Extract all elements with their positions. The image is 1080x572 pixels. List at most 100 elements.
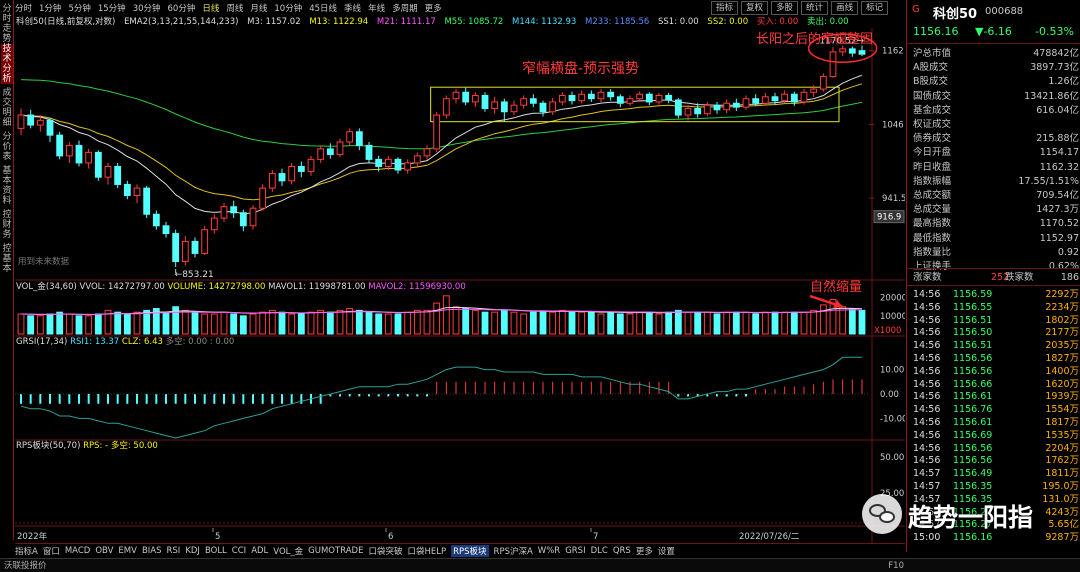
candle-down[interactable] (162, 225, 170, 235)
period-tab-12[interactable]: 年线 (368, 2, 385, 14)
period-tab-3[interactable]: 15分钟 (98, 2, 126, 14)
candle-down[interactable] (790, 93, 798, 103)
candle-up[interactable] (510, 104, 518, 113)
candle-up[interactable] (433, 114, 441, 150)
toolbar-button-4[interactable]: 画线 (831, 1, 859, 15)
candle-up[interactable] (761, 96, 769, 104)
toolbar-button-3[interactable]: 统计 (801, 1, 829, 15)
candle-down[interactable] (152, 213, 160, 227)
vertical-tab-0[interactable]: 分时走势 (1, 4, 13, 44)
candle-down[interactable] (375, 158, 383, 167)
candle-down[interactable] (858, 50, 866, 55)
candle-up[interactable] (317, 148, 325, 160)
indicator-tab-19[interactable]: DLC (591, 546, 608, 556)
period-tab-14[interactable]: 更多 (425, 2, 442, 14)
candle-up[interactable] (249, 207, 257, 227)
candle-up[interactable] (781, 93, 789, 102)
candle-up[interactable] (597, 91, 605, 100)
candle-up[interactable] (423, 148, 431, 157)
indicator-tab-8[interactable]: BOLL (205, 546, 227, 556)
period-tab-11[interactable]: 季线 (344, 2, 361, 14)
candle-down[interactable] (752, 98, 760, 104)
indicator-tab-6[interactable]: RSI (167, 546, 181, 556)
candle-up[interactable] (307, 158, 315, 172)
indicator-tab-14[interactable]: 口袋HELP (407, 545, 446, 557)
candle-down[interactable] (123, 183, 131, 196)
candle-up[interactable] (558, 94, 566, 103)
candle-down[interactable] (529, 98, 537, 104)
candle-up[interactable] (36, 119, 44, 126)
candle-down[interactable] (771, 96, 779, 102)
vol-name[interactable]: VOL_金(34,60) (16, 282, 77, 292)
candle-down[interactable] (94, 151, 102, 178)
indicator-tab-22[interactable]: 设置 (658, 545, 675, 557)
period-tab-13[interactable]: 多周期 (392, 2, 418, 14)
candle-down[interactable] (674, 99, 682, 116)
indicator-tab-2[interactable]: MACD (65, 546, 90, 556)
rps-name[interactable]: RPS板块(50,70) (16, 441, 80, 451)
ema-label[interactable]: EMA2(3,13,21,55,144,233) (124, 17, 238, 27)
indicator-tab-21[interactable]: 更多 (636, 545, 653, 557)
period-tab-5[interactable]: 60分钟 (168, 2, 196, 14)
candle-up[interactable] (829, 51, 837, 77)
candle-down[interactable] (481, 94, 489, 109)
candle-up[interactable] (655, 94, 663, 103)
candle-up[interactable] (520, 98, 528, 106)
vertical-tab-1[interactable]: 技术分析 (1, 44, 13, 84)
candle-up[interactable] (636, 93, 644, 100)
vertical-tab-4[interactable]: 基本资料 (1, 166, 13, 206)
toolbar-button-1[interactable]: 复权 (741, 1, 769, 15)
toolbar-button-5[interactable]: 标记 (861, 1, 889, 15)
candle-down[interactable] (278, 173, 286, 182)
candle-down[interactable] (326, 148, 334, 155)
candle-down[interactable] (665, 94, 673, 101)
candle-up[interactable] (220, 206, 228, 219)
candle-down[interactable] (616, 96, 624, 104)
candle-up[interactable] (839, 48, 847, 53)
period-tab-9[interactable]: 10分钟 (274, 2, 302, 14)
candle-down[interactable] (297, 165, 305, 172)
candle-down[interactable] (27, 114, 35, 126)
period-tab-7[interactable]: 周线 (226, 2, 243, 14)
candle-up[interactable] (404, 162, 412, 171)
period-tab-0[interactable]: 分时 (15, 2, 32, 14)
candle-up[interactable] (626, 98, 634, 104)
candle-down[interactable] (143, 187, 151, 215)
candle-up[interactable] (65, 144, 73, 157)
indicator-tab-10[interactable]: ADL (251, 546, 268, 556)
vertical-tab-5[interactable]: 控财务 (1, 210, 13, 240)
candle-down[interactable] (114, 165, 122, 185)
candle-down[interactable] (56, 134, 64, 157)
candle-down[interactable] (46, 119, 54, 136)
candle-up[interactable] (268, 173, 276, 189)
indicator-tab-15[interactable]: RPS板块 (451, 544, 489, 557)
candle-up[interactable] (491, 101, 499, 109)
candle-down[interactable] (394, 158, 402, 171)
indicator-tab-9[interactable]: CCI (232, 546, 246, 556)
f10-button[interactable]: F10 (888, 559, 904, 572)
indicator-tab-11[interactable]: VOL_金 (273, 545, 303, 557)
candle-up[interactable] (201, 229, 209, 254)
candle-up[interactable] (210, 217, 218, 231)
candle-down[interactable] (462, 91, 470, 103)
vertical-tab-6[interactable]: 控基本 (1, 244, 13, 274)
candle-up[interactable] (742, 98, 750, 108)
candle-down[interactable] (230, 206, 238, 214)
candle-up[interactable] (346, 131, 354, 143)
candle-up[interactable] (413, 155, 421, 164)
candle-down[interactable] (539, 102, 547, 113)
candle-up[interactable] (800, 91, 808, 103)
candle-down[interactable] (500, 101, 508, 113)
candle-up[interactable] (384, 158, 392, 167)
vertical-tab-3[interactable]: 分价表 (1, 132, 13, 162)
indicator-tab-12[interactable]: GUMOTRADE (308, 546, 363, 556)
indicator-tab-13[interactable]: 口袋突破 (368, 545, 402, 557)
period-tab-8[interactable]: 月线 (250, 2, 267, 14)
indicator-tab-0[interactable]: 指标A (15, 545, 38, 557)
candle-up[interactable] (452, 91, 460, 100)
period-tab-1[interactable]: 1分钟 (39, 2, 61, 14)
candle-down[interactable] (713, 104, 721, 111)
candle-up[interactable] (288, 165, 296, 182)
candle-up[interactable] (810, 88, 818, 93)
candle-up[interactable] (549, 101, 557, 113)
